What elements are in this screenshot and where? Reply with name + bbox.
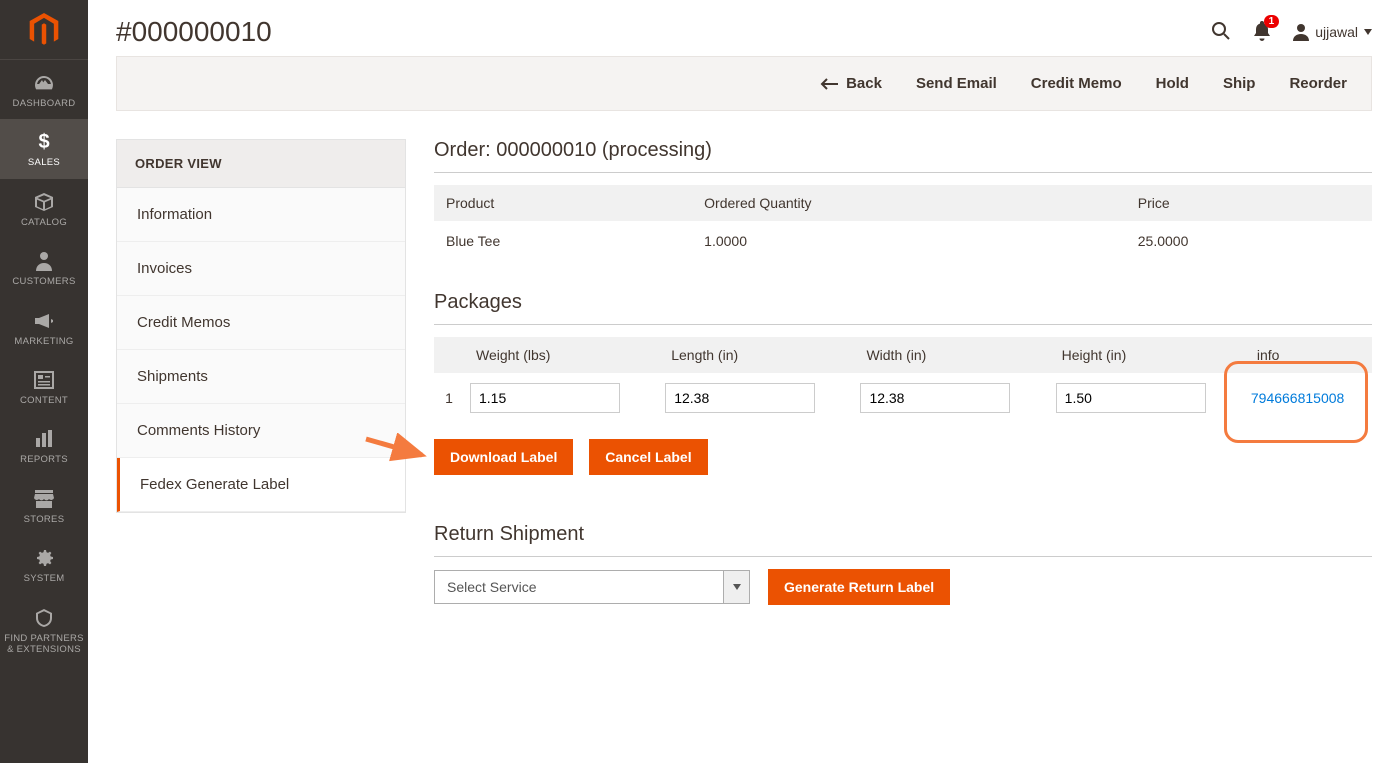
user-name: ujjawal xyxy=(1315,24,1358,40)
nav-catalog[interactable]: CATALOG xyxy=(0,179,88,238)
bar-chart-icon xyxy=(33,428,55,450)
tab-invoices[interactable]: Invoices xyxy=(117,242,405,296)
height-input[interactable] xyxy=(1056,383,1206,413)
gear-icon xyxy=(33,547,55,569)
nav-system[interactable]: SYSTEM xyxy=(0,535,88,594)
order-action-bar: Back Send Email Credit Memo Hold Ship Re… xyxy=(116,56,1372,111)
search-icon xyxy=(1211,21,1231,41)
credit-memo-button[interactable]: Credit Memo xyxy=(1031,75,1122,92)
cancel-label-button[interactable]: Cancel Label xyxy=(589,439,707,475)
col-product: Product xyxy=(434,185,692,221)
return-shipment-heading: Return Shipment xyxy=(434,523,1372,557)
caret-down-icon xyxy=(724,570,750,604)
nav-label: CATALOG xyxy=(21,217,67,228)
chevron-down-icon xyxy=(1364,29,1372,35)
user-icon xyxy=(1293,23,1309,41)
nav-label: FIND PARTNERS & EXTENSIONS xyxy=(4,633,84,656)
cell-index: 1 xyxy=(434,373,464,423)
nav-stores[interactable]: STORES xyxy=(0,476,88,535)
nav-label: SALES xyxy=(28,157,60,168)
box-icon xyxy=(33,191,55,213)
hold-button[interactable]: Hold xyxy=(1156,75,1189,92)
order-item-row: Blue Tee 1.0000 25.0000 xyxy=(434,221,1372,261)
nav-marketing[interactable]: MARKETING xyxy=(0,298,88,357)
magento-icon xyxy=(27,13,61,47)
length-input[interactable] xyxy=(665,383,815,413)
search-button[interactable] xyxy=(1211,21,1231,44)
send-email-button[interactable]: Send Email xyxy=(916,75,997,92)
dashboard-icon xyxy=(33,72,55,94)
tab-information[interactable]: Information xyxy=(117,188,405,242)
nav-customers[interactable]: CUSTOMERS xyxy=(0,238,88,297)
service-select-value: Select Service xyxy=(434,570,724,604)
col-height: Height (in) xyxy=(1050,337,1245,373)
store-icon xyxy=(33,488,55,510)
back-button[interactable]: Back xyxy=(820,75,882,92)
service-select[interactable]: Select Service xyxy=(434,570,750,604)
nav-label: SYSTEM xyxy=(24,573,65,584)
notifications-button[interactable]: 1 xyxy=(1253,21,1271,44)
arrow-annotation xyxy=(362,433,432,463)
magento-logo[interactable] xyxy=(0,0,88,60)
generate-return-label-button[interactable]: Generate Return Label xyxy=(768,569,950,605)
megaphone-icon xyxy=(33,310,55,332)
tab-shipments[interactable]: Shipments xyxy=(117,350,405,404)
notif-badge: 1 xyxy=(1264,15,1280,28)
reorder-button[interactable]: Reorder xyxy=(1289,75,1347,92)
download-label-button[interactable]: Download Label xyxy=(434,439,573,475)
order-heading: Order: 000000010 (processing) xyxy=(434,139,1372,173)
content-icon xyxy=(33,369,55,391)
tab-fedex-label[interactable]: Fedex Generate Label xyxy=(117,458,405,512)
cell-price: 25.0000 xyxy=(1126,221,1372,261)
nav-label: REPORTS xyxy=(20,454,68,465)
order-items-table: Product Ordered Quantity Price Blue Tee … xyxy=(434,185,1372,261)
nav-label: STORES xyxy=(24,514,65,525)
nav-reports[interactable]: REPORTS xyxy=(0,416,88,475)
ship-button[interactable]: Ship xyxy=(1223,75,1256,92)
tab-credit-memos[interactable]: Credit Memos xyxy=(117,296,405,350)
package-row: 1 794666815008 xyxy=(434,373,1372,423)
admin-left-nav: DASHBOARD $ SALES CATALOG CUSTOMERS MARK… xyxy=(0,0,88,763)
cell-product: Blue Tee xyxy=(434,221,692,261)
nav-label: CONTENT xyxy=(20,395,68,406)
col-width: Width (in) xyxy=(854,337,1049,373)
partners-icon xyxy=(33,607,55,629)
col-qty: Ordered Quantity xyxy=(692,185,1126,221)
weight-input[interactable] xyxy=(470,383,620,413)
col-info: info xyxy=(1245,337,1372,373)
user-menu[interactable]: ujjawal xyxy=(1293,23,1372,41)
col-weight: Weight (lbs) xyxy=(464,337,659,373)
order-view-header: ORDER VIEW xyxy=(117,140,405,188)
nav-label: CUSTOMERS xyxy=(12,276,75,287)
nav-partners[interactable]: FIND PARTNERS & EXTENSIONS xyxy=(0,595,88,666)
page-title: #000000010 xyxy=(116,16,272,48)
nav-content[interactable]: CONTENT xyxy=(0,357,88,416)
tracking-link[interactable]: 794666815008 xyxy=(1251,390,1344,406)
nav-sales[interactable]: $ SALES xyxy=(0,119,88,178)
nav-label: MARKETING xyxy=(14,336,73,347)
arrow-left-icon xyxy=(820,78,838,90)
nav-dashboard[interactable]: DASHBOARD xyxy=(0,60,88,119)
col-index xyxy=(434,337,464,373)
col-price: Price xyxy=(1126,185,1372,221)
packages-heading: Packages xyxy=(434,291,1372,325)
back-label: Back xyxy=(846,75,882,92)
cell-qty: 1.0000 xyxy=(692,221,1126,261)
person-icon xyxy=(33,250,55,272)
packages-table: Weight (lbs) Length (in) Width (in) Heig… xyxy=(434,337,1372,423)
col-length: Length (in) xyxy=(659,337,854,373)
dollar-icon: $ xyxy=(33,131,55,153)
width-input[interactable] xyxy=(860,383,1010,413)
nav-label: DASHBOARD xyxy=(13,98,76,109)
